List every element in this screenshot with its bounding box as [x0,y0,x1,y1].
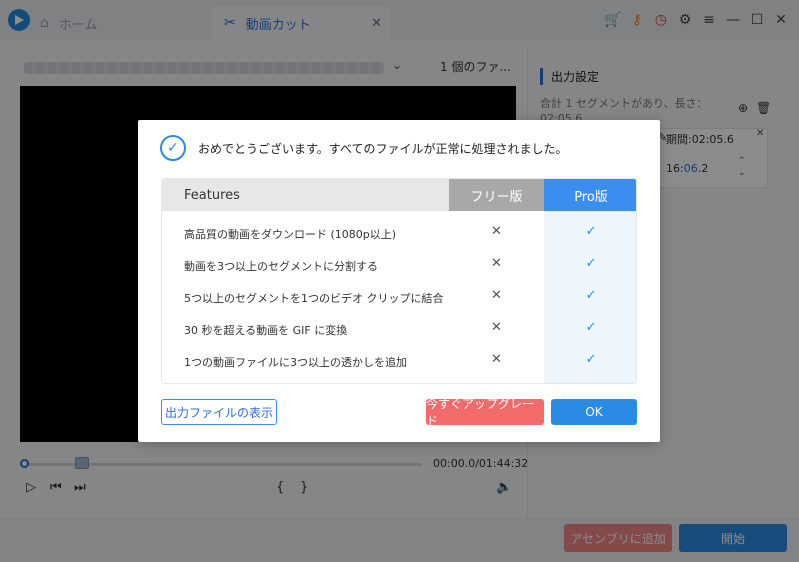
feature-label: 1つの動画ファイルに3つ以上の透かしを追加 [184,356,407,369]
check-icon: ✓ [585,288,597,303]
free-version-header: フリー版 [449,179,544,211]
cross-icon: ✕ [491,256,502,271]
table-row: 5つ以上のセグメントを1つのビデオ クリップに結合 ✕ ✓ [162,281,636,313]
pro-version-header: Pro版 [544,179,636,211]
cross-icon: ✕ [491,288,502,303]
check-icon: ✓ [585,320,597,335]
cross-icon: ✕ [491,224,502,239]
table-row: 動画を3つ以上のセグメントに分割する ✕ ✓ [162,249,636,281]
feature-comparison-table: Features フリー版 Pro版 高品質の動画をダウンロード (1080p以… [161,178,637,384]
table-row: 1つの動画ファイルに3つ以上の透かしを追加 ✕ ✓ [162,345,636,377]
cross-icon: ✕ [491,320,502,335]
check-circle-icon: ✓ [160,135,186,161]
feature-label: 高品質の動画をダウンロード (1080p以上) [184,228,397,241]
table-row: 高品質の動画をダウンロード (1080p以上) ✕ ✓ [162,217,636,249]
table-row: 30 秒を超える動画を GIF に変換 ✕ ✓ [162,313,636,345]
ok-button[interactable]: OK [551,399,637,425]
check-icon: ✓ [585,256,597,271]
upgrade-now-button[interactable]: 今すぐアップグレード [426,397,544,428]
check-icon: ✓ [585,224,597,239]
cross-icon: ✕ [491,352,502,367]
success-dialog: ✓ おめでとうございます。すべてのファイルが正常に処理されました。 Featur… [138,120,660,442]
feature-label: 5つ以上のセグメントを1つのビデオ クリップに結合 [184,292,444,305]
feature-label: 動画を3つ以上のセグメントに分割する [184,260,378,273]
feature-label: 30 秒を超える動画を GIF に変換 [184,324,348,337]
show-output-files-button[interactable]: 出力ファイルの表示 [161,399,277,425]
check-icon: ✓ [585,352,597,367]
success-message: おめでとうございます。すべてのファイルが正常に処理されました。 [198,142,568,156]
features-header: Features [162,179,449,211]
